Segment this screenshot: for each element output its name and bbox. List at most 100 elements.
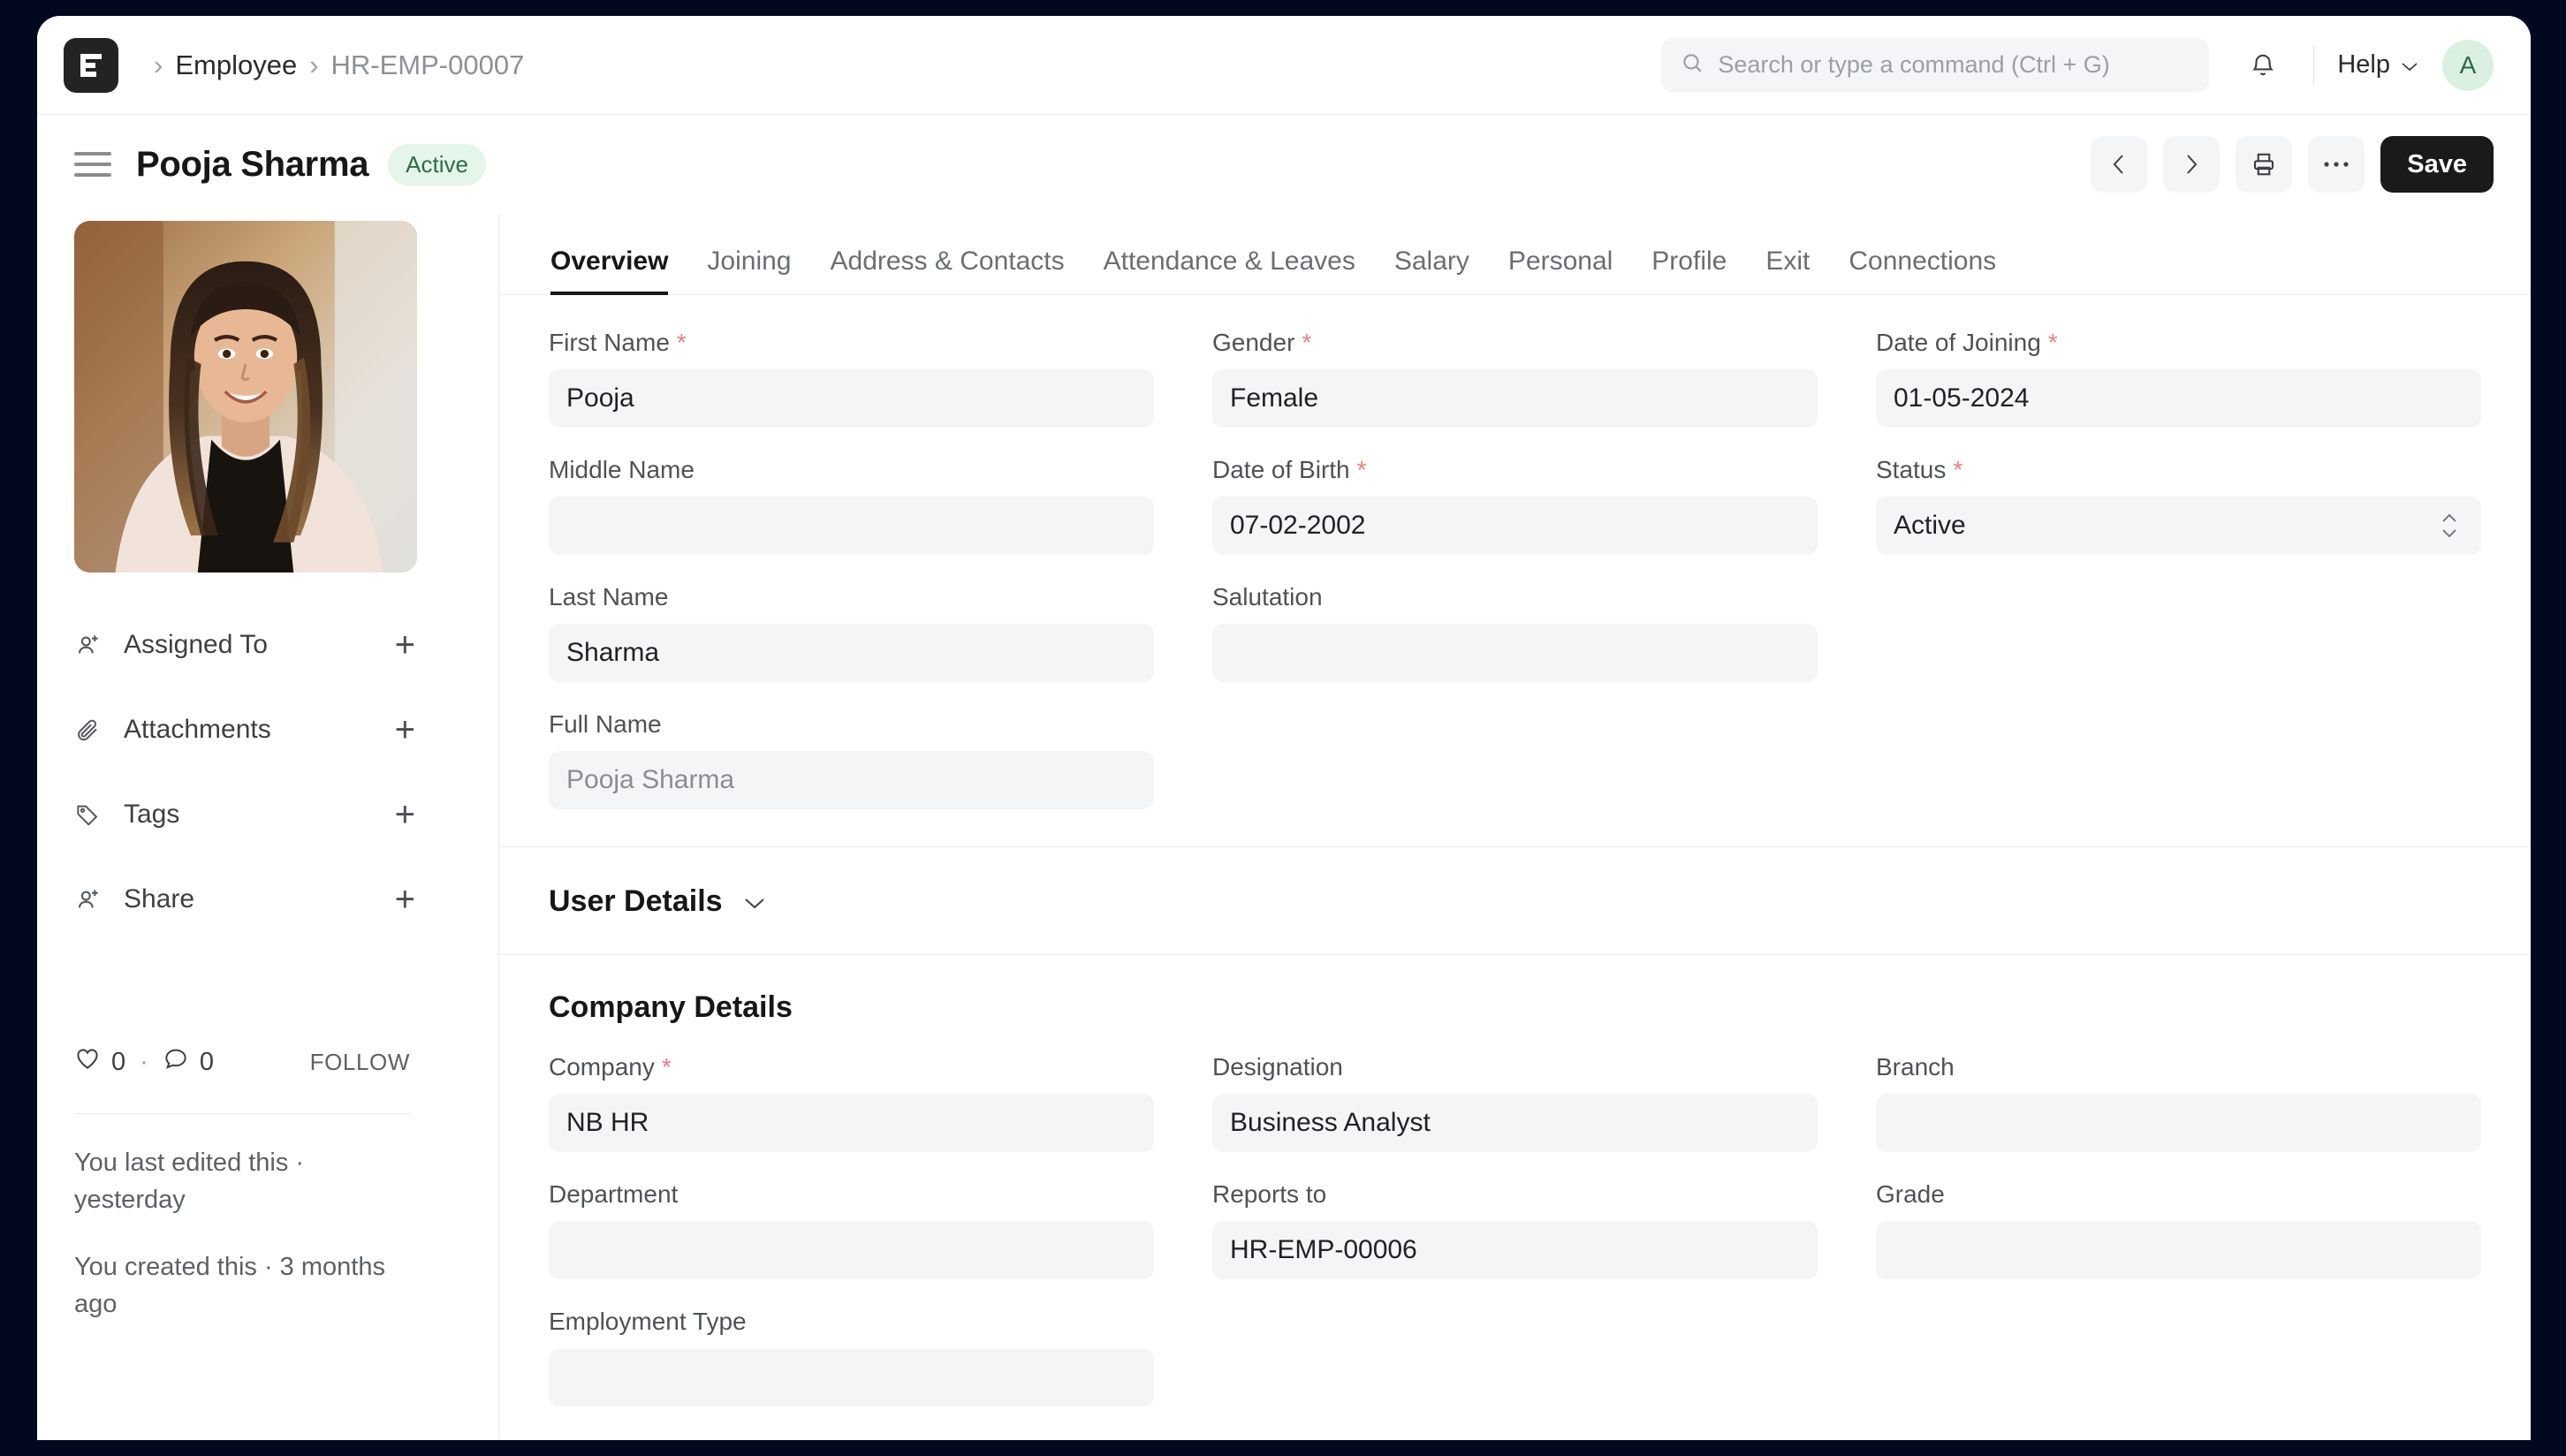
branch-input[interactable] <box>1876 1094 2481 1152</box>
breadcrumb-separator-1: › <box>154 49 163 81</box>
field-reports-to: Reports to HR-EMP-00006 <box>1212 1180 1818 1279</box>
department-input[interactable] <box>549 1221 1154 1279</box>
date-of-joining-input[interactable]: 01-05-2024 <box>1876 369 2481 428</box>
field-department: Department <box>549 1180 1154 1279</box>
tab-bar: Overview Joining Address & Contacts Atte… <box>499 214 2531 295</box>
grade-input[interactable] <box>1876 1221 2481 1279</box>
help-menu[interactable]: Help <box>2337 50 2419 80</box>
field-salutation: Salutation <box>1212 583 1818 682</box>
gender-input[interactable]: Female <box>1212 369 1818 428</box>
designation-input[interactable]: Business Analyst <box>1212 1094 1818 1152</box>
field-label: Last Name <box>549 583 1154 611</box>
bell-icon[interactable] <box>2236 38 2290 93</box>
comment-group[interactable]: 0 <box>163 1046 214 1078</box>
field-gender: Gender * Female <box>1212 329 1818 428</box>
navbar-right-group: Search or type a command (Ctrl + G) Help… <box>1661 38 2494 93</box>
breadcrumb: › Employee › HR-EMP-00007 <box>141 49 524 81</box>
printer-icon[interactable] <box>2236 136 2292 193</box>
company-details-section: Company * NB HR Department Employment Ty… <box>499 1048 2531 1440</box>
erpnext-logo-icon[interactable] <box>64 38 118 93</box>
comment-count: 0 <box>200 1048 214 1077</box>
company-column-2: Designation Business Analyst Reports to … <box>1212 1053 1818 1435</box>
company-input[interactable]: NB HR <box>549 1094 1154 1152</box>
field-label: Full Name <box>549 710 1154 739</box>
middle-name-input[interactable] <box>549 497 1154 555</box>
add-attachment-button[interactable]: + <box>395 712 415 747</box>
sidebar-item-label: Assigned To <box>124 630 268 660</box>
field-last-name: Last Name Sharma <box>549 583 1154 682</box>
reports-to-input[interactable]: HR-EMP-00006 <box>1212 1221 1818 1279</box>
add-assignment-button[interactable]: + <box>395 627 415 663</box>
field-full-name: Full Name Pooja Sharma <box>549 710 1154 809</box>
salutation-input[interactable] <box>1212 624 1818 682</box>
sidebar-item-tags[interactable]: Tags + <box>74 772 459 857</box>
date-of-birth-input[interactable]: 07-02-2002 <box>1212 497 1818 555</box>
field-designation: Designation Business Analyst <box>1212 1053 1818 1152</box>
chevron-down-icon <box>2400 50 2419 80</box>
tab-address-contacts[interactable]: Address & Contacts <box>811 246 1084 294</box>
tab-attendance-leaves[interactable]: Attendance & Leaves <box>1084 246 1375 294</box>
assign-user-icon <box>74 631 113 659</box>
breadcrumb-parent-link[interactable]: Employee <box>175 49 297 81</box>
heart-icon <box>74 1046 101 1078</box>
field-label: Salutation <box>1212 583 1818 611</box>
field-label: Gender * <box>1212 329 1818 357</box>
chevron-right-icon[interactable] <box>2163 136 2220 193</box>
chevron-left-icon[interactable] <box>2091 136 2147 193</box>
company-details-title: Company Details <box>499 954 2531 1048</box>
sidebar: Assigned To + Attachments + <box>74 214 498 1440</box>
tab-exit[interactable]: Exit <box>1746 246 1829 294</box>
sidebar-item-share[interactable]: Share + <box>74 857 459 942</box>
avatar[interactable]: A <box>2442 40 2494 91</box>
required-asterisk: * <box>2048 329 2058 357</box>
breadcrumb-current: HR-EMP-00007 <box>331 49 525 81</box>
sidebar-item-assigned-to[interactable]: Assigned To + <box>74 603 459 687</box>
full-name-input: Pooja Sharma <box>549 751 1154 809</box>
page-header-actions: Save <box>2091 136 2494 193</box>
tab-personal[interactable]: Personal <box>1489 246 1632 294</box>
user-details-section-toggle[interactable]: User Details <box>499 846 2531 954</box>
add-tag-button[interactable]: + <box>395 797 415 832</box>
sidebar-item-attachments[interactable]: Attachments + <box>74 687 459 772</box>
required-asterisk: * <box>662 1053 672 1081</box>
navbar: › Employee › HR-EMP-00007 Search or type… <box>37 16 2531 115</box>
chevron-down-icon <box>742 884 767 919</box>
field-label: Grade <box>1876 1180 2481 1209</box>
required-asterisk: * <box>1357 456 1367 484</box>
avatar-initial: A <box>2460 51 2477 80</box>
help-label: Help <box>2337 50 2390 80</box>
ellipsis-icon[interactable] <box>2308 136 2365 193</box>
tab-connections[interactable]: Connections <box>1829 246 2016 294</box>
tab-joining[interactable]: Joining <box>687 246 810 294</box>
last-name-input[interactable]: Sharma <box>549 624 1154 682</box>
search-input[interactable]: Search or type a command (Ctrl + G) <box>1661 38 2209 93</box>
field-first-name: First Name * Pooja <box>549 329 1154 428</box>
field-label: Reports to <box>1212 1180 1818 1209</box>
follow-button[interactable]: FOLLOW <box>310 1049 410 1076</box>
field-label: First Name * <box>549 329 1154 357</box>
status-badge: Active <box>388 144 486 186</box>
status-select-value: Active <box>1894 511 1966 541</box>
breadcrumb-separator-2: › <box>309 49 318 81</box>
page-header: Pooja Sharma Active <box>37 115 2531 214</box>
employment-type-input[interactable] <box>549 1348 1154 1407</box>
tab-profile[interactable]: Profile <box>1632 246 1746 294</box>
like-group[interactable]: 0 <box>74 1046 125 1078</box>
hamburger-icon[interactable] <box>74 152 111 177</box>
tab-salary[interactable]: Salary <box>1375 246 1489 294</box>
save-button[interactable]: Save <box>2380 136 2494 193</box>
add-share-button[interactable]: + <box>395 882 415 917</box>
first-name-input[interactable]: Pooja <box>549 369 1154 428</box>
social-separator: · <box>140 1048 148 1077</box>
page-body: Assigned To + Attachments + <box>37 214 2531 1440</box>
field-label: Company * <box>549 1053 1154 1081</box>
status-select[interactable]: Active <box>1876 497 2481 555</box>
field-label: Employment Type <box>549 1308 1154 1336</box>
tab-overview[interactable]: Overview <box>531 246 687 294</box>
company-column-1: Company * NB HR Department Employment Ty… <box>549 1053 1154 1435</box>
field-date-of-birth: Date of Birth * 07-02-2002 <box>1212 456 1818 555</box>
field-label: Status * <box>1876 456 2481 484</box>
employee-photo[interactable] <box>74 221 417 573</box>
overview-column-1: First Name * Pooja Middle Name Last Name… <box>549 329 1154 838</box>
navbar-divider <box>2313 45 2314 86</box>
